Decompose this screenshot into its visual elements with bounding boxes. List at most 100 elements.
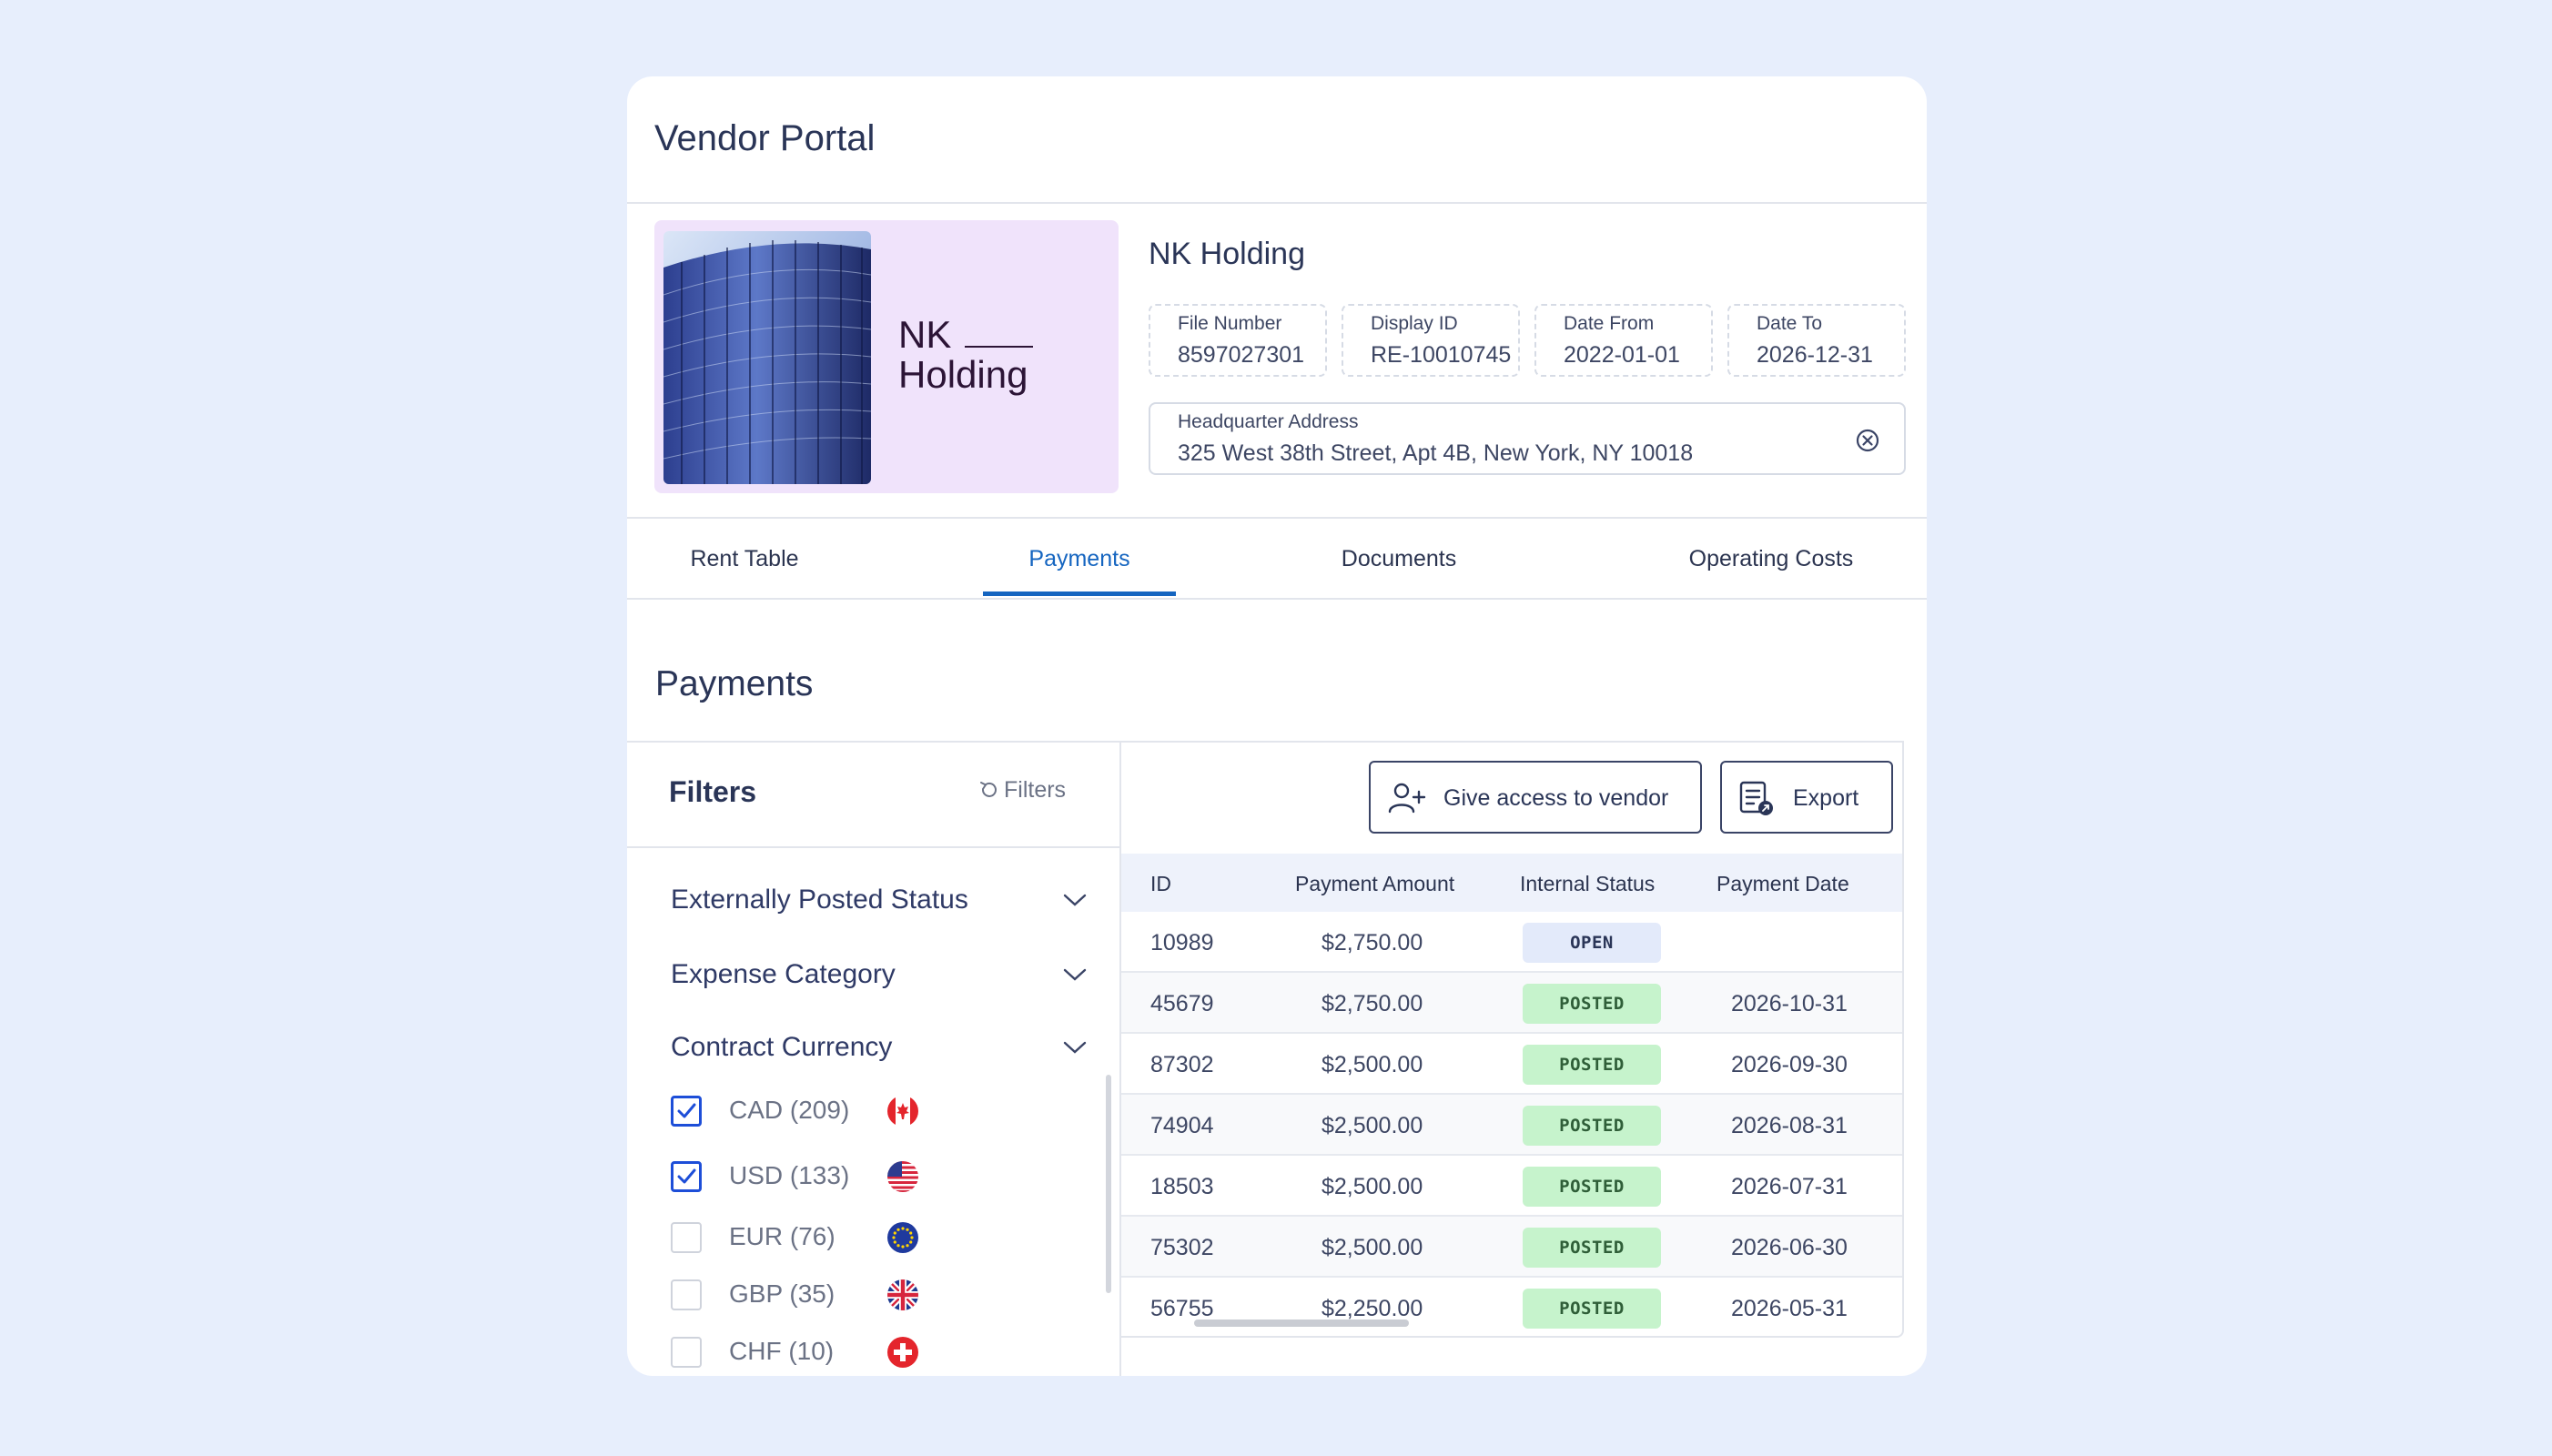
tab-rent-table[interactable]: Rent Table [663,546,825,572]
checkbox-unchecked[interactable] [671,1222,702,1253]
cell-id: 18503 [1150,1174,1214,1199]
filter-externally-posted-status[interactable]: Externally Posted Status [671,885,968,915]
eu-flag-icon [887,1222,918,1253]
logo-underline [965,346,1033,348]
field-label: Headquarter Address [1178,411,1359,432]
cell-date: 2026-08-31 [1731,1113,1848,1138]
table-row[interactable]: 10989 $2,750.00 OPEN [1121,912,1902,973]
filters-panel: Filters Filters Externally Posted Status… [627,741,1121,1376]
currency-label: CHF (10) [729,1337,835,1365]
cell-amount: $2,500.00 [1322,1052,1423,1077]
currency-label: CAD (209) [729,1096,850,1124]
cell-amount: $2,750.00 [1322,930,1423,956]
status-badge: POSTED [1523,984,1661,1024]
logo-line-2: Holding [898,353,1028,396]
cell-date: 2026-06-30 [1731,1235,1848,1260]
payments-table-panel: Give access to vendor Export ID Payment … [1121,741,1904,1338]
filters-scrollbar[interactable] [1106,1075,1111,1293]
building-image [663,231,871,484]
export-button[interactable]: Export [1720,761,1893,834]
tabs-bottom-divider [627,598,1927,600]
filter-contract-currency[interactable]: Contract Currency [671,1032,892,1063]
vendor-logo: NK Holding [654,220,1119,493]
cell-date: 2026-09-30 [1731,1052,1848,1077]
add-user-icon [1388,783,1426,814]
cell-id: 87302 [1150,1052,1214,1077]
swiss-flag-icon [887,1337,918,1368]
checkbox-checked[interactable] [671,1096,702,1127]
status-badge: POSTED [1523,1045,1661,1085]
table-header: ID Payment Amount Internal Status Paymen… [1121,854,1902,912]
table-row[interactable]: 75302 $2,500.00 POSTED 2026-06-30 [1121,1217,1902,1278]
column-header[interactable]: ID [1150,872,1171,896]
table-row[interactable]: 56755 $2,250.00 POSTED 2026-05-31 [1121,1278,1902,1336]
status-badge: POSTED [1523,1289,1661,1329]
cell-amount: $2,500.00 [1322,1174,1423,1199]
column-header[interactable]: Internal Status [1520,872,1655,896]
cell-amount: $2,500.00 [1322,1235,1423,1260]
table-horizontal-scrollbar[interactable] [1194,1320,1409,1327]
currency-label: EUR (76) [729,1222,835,1250]
date-from-field[interactable]: Date From 2022-01-01 [1534,304,1713,377]
export-label: Export [1793,785,1859,811]
table-row[interactable]: 45679 $2,750.00 POSTED 2026-10-31 [1121,973,1902,1034]
cell-id: 45679 [1150,991,1214,1016]
vendor-name: NK Holding [1149,237,1305,271]
clear-icon[interactable] [1855,428,1880,453]
chevron-down-icon[interactable] [1062,1039,1088,1056]
field-label: File Number [1178,313,1282,334]
table-row[interactable]: 18503 $2,500.00 POSTED 2026-07-31 [1121,1156,1902,1217]
usa-flag-icon [887,1161,918,1192]
cell-amount: $2,750.00 [1322,991,1423,1016]
table-row[interactable]: 87302 $2,500.00 POSTED 2026-09-30 [1121,1034,1902,1095]
field-value: RE-10010745 [1371,342,1512,368]
cell-date: 2026-10-31 [1731,991,1848,1016]
cell-amount: $2,500.00 [1322,1113,1423,1138]
currency-label: GBP (35) [729,1279,835,1308]
column-header[interactable]: Payment Date [1717,872,1849,896]
cell-id: 56755 [1150,1296,1214,1321]
status-badge: POSTED [1523,1106,1661,1146]
section-title: Payments [655,664,814,703]
file-number-field[interactable]: File Number 8597027301 [1149,304,1327,377]
column-header[interactable]: Payment Amount [1295,872,1454,896]
app-title: Vendor Portal [654,118,876,158]
currency-label: USD (133) [729,1161,850,1189]
logo-wordmark: NK Holding [898,315,1028,395]
cell-amount: $2,250.00 [1322,1296,1423,1321]
checkbox-unchecked[interactable] [671,1337,702,1368]
field-label: Display ID [1371,313,1458,334]
active-tab-indicator [983,592,1176,596]
field-label: Date From [1564,313,1655,334]
checkmark-icon [677,1168,696,1184]
table-row[interactable]: 74904 $2,500.00 POSTED 2026-08-31 [1121,1095,1902,1156]
chevron-down-icon[interactable] [1062,892,1088,908]
status-badge: POSTED [1523,1228,1661,1268]
uk-flag-icon [887,1279,918,1310]
checkbox-checked[interactable] [671,1161,702,1192]
vendor-portal-card: Vendor Portal NK Holding NK Holding File… [627,76,1927,1376]
reset-filters-button[interactable]: Filters [980,777,1067,804]
field-value: 325 West 38th Street, Apt 4B, New York, … [1178,440,1694,466]
cell-date: 2026-07-31 [1731,1174,1848,1199]
tab-documents[interactable]: Documents [1311,546,1486,572]
date-to-field[interactable]: Date To 2026-12-31 [1727,304,1906,377]
reset-filters-label: Filters [1004,777,1067,803]
filter-expense-category[interactable]: Expense Category [671,959,896,990]
canada-flag-icon [887,1096,918,1127]
chevron-down-icon[interactable] [1062,966,1088,983]
headquarter-address-field[interactable]: Headquarter Address 325 West 38th Street… [1149,402,1906,475]
field-value: 2022-01-01 [1564,342,1680,368]
checkbox-unchecked[interactable] [671,1279,702,1310]
tab-operating-costs[interactable]: Operating Costs [1669,546,1873,572]
display-id-field[interactable]: Display ID RE-10010745 [1342,304,1520,377]
give-access-label: Give access to vendor [1443,785,1669,811]
filters-divider [627,846,1119,848]
tab-payments[interactable]: Payments [983,546,1176,572]
cell-date: 2026-05-31 [1731,1296,1848,1321]
give-access-button[interactable]: Give access to vendor [1369,761,1702,834]
cell-id: 10989 [1150,930,1214,956]
status-badge: OPEN [1523,923,1661,963]
logo-line-1: NK [898,313,952,356]
filters-title: Filters [669,775,757,808]
